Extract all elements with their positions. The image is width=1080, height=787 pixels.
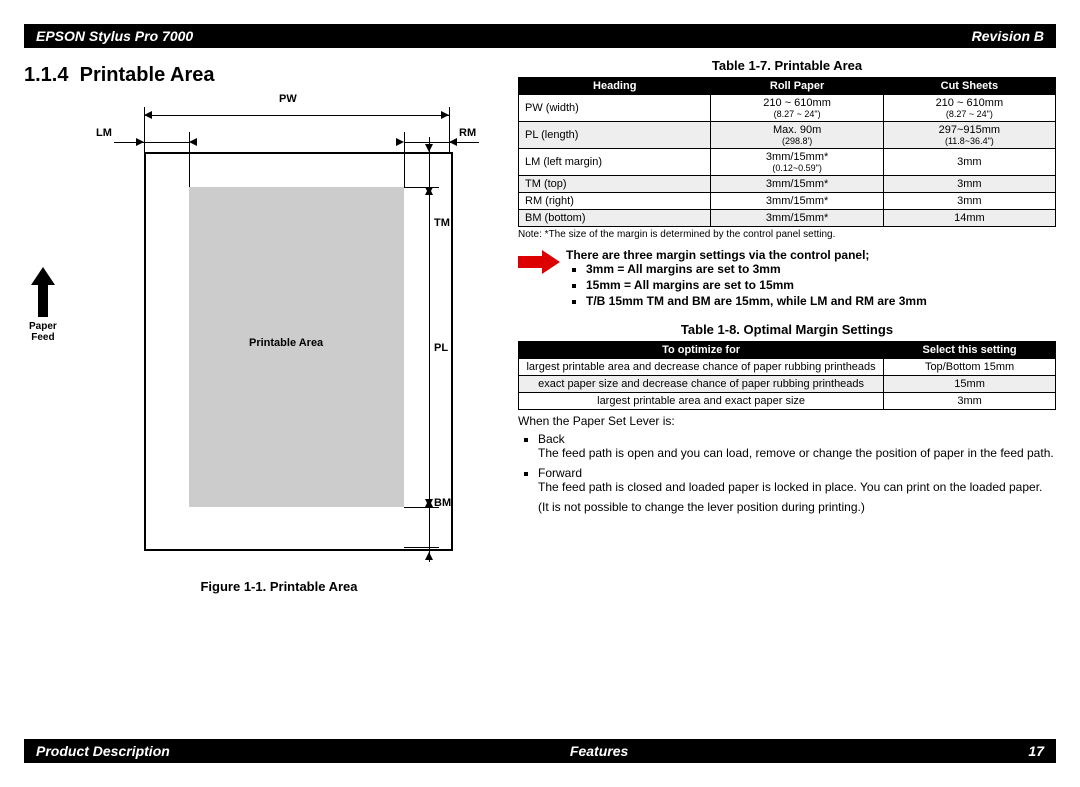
header-right: Revision B xyxy=(972,28,1044,44)
paper-feed-text: Paper xyxy=(29,321,57,332)
margin-b2: 15mm = All margins are set to 15mm xyxy=(586,278,1056,292)
table-row: LM (left margin)3mm/15mm*(0.12~0.59")3mm xyxy=(519,149,1056,176)
pl-label: PL xyxy=(434,342,448,354)
cell: 297~915mm(11.8~36.4") xyxy=(883,122,1055,149)
cell: exact paper size and decrease chance of … xyxy=(519,376,884,393)
footer-left: Product Description xyxy=(36,743,170,759)
cell: 14mm xyxy=(883,210,1055,227)
cell: 3mm/15mm* xyxy=(711,193,883,210)
table-row: largest printable area and exact paper s… xyxy=(519,393,1056,410)
table-optimal-margin: To optimize for Select this setting larg… xyxy=(518,341,1056,410)
red-arrow-icon xyxy=(518,250,560,274)
cell: Max. 90m(298.8') xyxy=(711,122,883,149)
table-row: PW (width)210 ~ 610mm(8.27 ~ 24")210 ~ 6… xyxy=(519,95,1056,122)
cell: 3mm xyxy=(883,149,1055,176)
section-number: 1.1.4 xyxy=(24,64,68,86)
cell: RM (right) xyxy=(519,193,711,210)
lm-label: LM xyxy=(96,127,112,139)
paper-feed-text2: Feed xyxy=(31,332,54,343)
margin-b1: 3mm = All margins are set to 3mm xyxy=(586,262,1056,276)
footer-center: Features xyxy=(570,743,628,759)
cell: 3mm/15mm* xyxy=(711,176,883,193)
cell: TM (top) xyxy=(519,176,711,193)
table7-note: Note: *The size of the margin is determi… xyxy=(518,229,1056,240)
table-row: TM (top)3mm/15mm*3mm xyxy=(519,176,1056,193)
lever-intro: When the Paper Set Lever is: xyxy=(518,414,1056,428)
footer-right: 17 xyxy=(1028,743,1044,759)
tm-label: TM xyxy=(434,217,450,229)
cell: largest printable area and decrease chan… xyxy=(519,359,884,376)
rm-label: RM xyxy=(459,127,476,139)
cell: 15mm xyxy=(884,376,1056,393)
section-title: 1.1.4 Printable Area xyxy=(24,64,494,87)
cell: LM (left margin) xyxy=(519,149,711,176)
table8-h0: To optimize for xyxy=(519,342,884,359)
cell: 3mm xyxy=(883,176,1055,193)
table-row: BM (bottom)3mm/15mm*14mm xyxy=(519,210,1056,227)
lever-back-label: Back xyxy=(538,432,565,446)
table8-h1: Select this setting xyxy=(884,342,1056,359)
printable-area-figure: PW LM RM Printable Area TM xyxy=(84,97,474,567)
cell: PW (width) xyxy=(519,95,711,122)
pw-label: PW xyxy=(279,93,297,105)
margin-b3: T/B 15mm TM and BM are 15mm, while LM an… xyxy=(586,294,1056,308)
table-row: exact paper size and decrease chance of … xyxy=(519,376,1056,393)
cell: PL (length) xyxy=(519,122,711,149)
cell: 3mm/15mm* xyxy=(711,210,883,227)
cell: 3mm xyxy=(883,193,1055,210)
table7-h2: Cut Sheets xyxy=(883,78,1055,95)
footer-bar: Product Description Features 17 xyxy=(24,739,1056,763)
lever-forward-text: The feed path is closed and loaded paper… xyxy=(538,480,1056,494)
cell: 3mm/15mm*(0.12~0.59") xyxy=(711,149,883,176)
lever-back-text: The feed path is open and you can load, … xyxy=(538,446,1056,460)
lever-forward-label: Forward xyxy=(538,466,582,480)
table8-caption: Table 1-8. Optimal Margin Settings xyxy=(518,322,1056,337)
table-row: PL (length)Max. 90m(298.8')297~915mm(11.… xyxy=(519,122,1056,149)
margin-intro: There are three margin settings via the … xyxy=(566,248,1056,262)
table-row: largest printable area and decrease chan… xyxy=(519,359,1056,376)
cell: 210 ~ 610mm(8.27 ~ 24") xyxy=(711,95,883,122)
figure-caption: Figure 1-1. Printable Area xyxy=(84,579,474,594)
cell: 3mm xyxy=(884,393,1056,410)
table7-h0: Heading xyxy=(519,78,711,95)
table-row: RM (right)3mm/15mm*3mm xyxy=(519,193,1056,210)
table7-h1: Roll Paper xyxy=(711,78,883,95)
header-bar: EPSON Stylus Pro 7000 Revision B xyxy=(24,24,1056,48)
paper-feed-label: Paper Feed xyxy=(29,267,57,343)
up-arrow-icon xyxy=(31,267,55,317)
cell: largest printable area and exact paper s… xyxy=(519,393,884,410)
lever-forward-text2: (It is not possible to change the lever … xyxy=(538,500,1056,514)
header-left: EPSON Stylus Pro 7000 xyxy=(36,28,193,44)
table7-caption: Table 1-7. Printable Area xyxy=(518,58,1056,73)
cell: Top/Bottom 15mm xyxy=(884,359,1056,376)
cell: 210 ~ 610mm(8.27 ~ 24") xyxy=(883,95,1055,122)
printable-label: Printable Area xyxy=(249,337,323,349)
table-printable-area: Heading Roll Paper Cut Sheets PW (width)… xyxy=(518,77,1056,227)
cell: BM (bottom) xyxy=(519,210,711,227)
section-title-text: Printable Area xyxy=(80,64,215,86)
